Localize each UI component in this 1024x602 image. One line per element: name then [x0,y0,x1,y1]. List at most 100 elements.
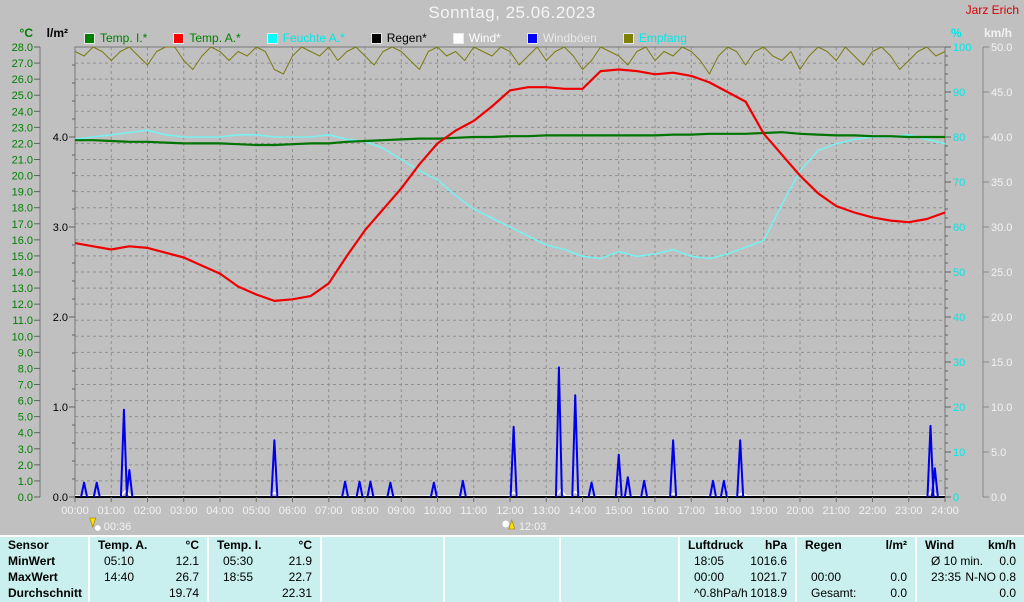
humidity-axis-label: 50 [953,267,965,279]
temp-axis-label: 4.0 [18,428,33,440]
stats-cell-left: Ø 10 min. [931,554,984,568]
temp-axis-label: 20.0 [12,171,33,183]
x-axis-label: 21:00 [822,505,850,517]
stats-cell-right: 19.74 [168,586,199,600]
stats-col-tempi: Temp. I. °C 05:30 21.9 18:55 22.7 22.31 [207,537,320,602]
stats-cell [445,585,559,601]
humidity-axis-label: 10 [953,447,965,459]
stats-col-header [445,537,559,553]
stats-cell-left: 18:55 [223,570,254,584]
temp-axis-label: 13.0 [12,283,33,295]
x-axis-label: 04:00 [206,505,234,517]
stats-col-empty [559,537,678,602]
series-windboeen-spike [571,394,580,498]
stats-cell-right: hPa [764,538,787,552]
humidity-axis-label: 30 [953,357,965,369]
stats-cell-left: ^0.8hPa/h [694,586,748,600]
temp-axis-label: 23.0 [12,122,33,134]
stats-cell-right: 12.1 [175,554,199,568]
x-axis-label: 14:00 [569,505,597,517]
x-axis-label: 20:00 [786,505,814,517]
stats-col-header: Temp. A. °C [90,537,207,553]
stats-col-header: Regen l/m² [797,537,915,553]
series-windboeen-spike [366,480,375,498]
series-windboeen-spike [80,481,89,498]
x-axis-label: 23:00 [895,505,923,517]
stats-cell [322,569,443,585]
x-axis-label: 10:00 [424,505,452,517]
stats-cell-right: 26.7 [175,570,199,584]
weather-chart[interactable]: 0.0 1.0 2.0 3.0 4.0 5.0 6.0 7.0 8.0 9.0 10.0 11.0 12… [0,0,1024,535]
stats-cell: 18:55 22.7 [209,569,320,585]
stats-cell-right: 0.0 [890,570,907,584]
stats-row-label: MinWert [8,554,56,568]
stats-cell [561,569,678,585]
stats-col-regen: Regen l/m² 00:00 0.0 Gesamt: 0.0 [795,537,915,602]
stats-cell: 00:00 1021.7 [680,569,795,585]
series-windboeen-spike [640,479,649,498]
stats-cell-right: °C [298,538,312,552]
stats-cell-right: 22.7 [288,570,312,584]
stats-cell-right: 0.0 [999,554,1016,568]
temp-axis-label: 25.0 [12,90,33,102]
rain-axis-label: 3.0 [53,222,68,234]
temp-axis-label: 24.0 [12,106,33,118]
stats-col-header: Temp. I. °C [209,537,320,553]
stats-cell-right: l/m² [885,538,907,552]
series-windboeen-spike [458,479,467,498]
series-windboeen-spike [623,476,632,498]
sun-marker-time: 12:03 [519,521,547,533]
stats-col-wind: Wind km/h Ø 10 min. 0.0 23:35 N-NO 0.8 0.0 [915,537,1024,602]
stats-cell-left: 14:40 [104,570,135,584]
x-axis-label: 01:00 [97,505,125,517]
wind-axis-label: 30.0 [991,222,1012,234]
moon-icon [501,519,510,529]
stats-cell-left: 23:35 [931,570,962,584]
stats-cell: 05:30 21.9 [209,553,320,569]
stats-cell [561,553,678,569]
wind-axis-label: 20.0 [991,312,1012,324]
wind-axis-label: 45.0 [991,87,1012,99]
series-windboeen-spike [119,408,128,498]
temp-axis-label: 17.0 [12,219,33,231]
x-axis-label: 11:00 [460,505,487,517]
stats-cell-right: °C [185,538,199,552]
stats-row-label: Durchschnitt [8,586,83,600]
wind-axis-label: 5.0 [991,447,1006,459]
stats-cell-left: 00:00 [811,570,842,584]
stats-cell-right: 21.9 [288,554,312,568]
stats-cell-right: km/h [987,538,1016,552]
x-axis-label: 03:00 [170,505,198,517]
wind-axis-label: 15.0 [991,357,1012,369]
stats-col-tempa: Temp. A. °C 05:10 12.1 14:40 26.7 19.74 [88,537,207,602]
stats-cell-left: Wind [925,538,955,552]
moon-down-icon [89,517,97,528]
temp-axis-label: 7.0 [18,380,33,392]
stats-col-header [561,537,678,553]
temp-axis-label: 2.0 [18,460,33,472]
sun-marker-time: 00:36 [104,521,132,533]
series-windboeen-spike [270,439,279,498]
temp-axis-label: 11.0 [12,315,33,327]
rain-axis-label: 2.0 [53,312,68,324]
stats-cell-left: 18:05 [694,554,725,568]
stats-cell-left: Temp. A. [98,538,148,552]
temp-axis-label: 16.0 [12,235,33,247]
series-windboeen-spike [92,481,101,498]
stats-cell: 19.74 [90,585,207,601]
stats-cell-left: 00:00 [694,570,725,584]
temp-axis-label: 26.0 [12,74,33,86]
x-axis-label: 13:00 [532,505,560,517]
x-axis-label: 07:00 [315,505,343,517]
stats-col-header: Luftdruck hPa [680,537,795,553]
stats-cell-left: Regen [805,538,842,552]
series-windboeen-spike [355,480,364,498]
temp-axis-label: 27.0 [12,58,33,70]
rain-axis-label: 1.0 [53,402,68,414]
x-axis-label: 19:00 [750,505,778,517]
temp-axis-label: 22.0 [12,138,33,150]
stats-cell: 14:40 26.7 [90,569,207,585]
stats-col-header [322,537,443,553]
stats-cell: 05:10 12.1 [90,553,207,569]
wind-axis-label: 10.0 [991,402,1012,414]
